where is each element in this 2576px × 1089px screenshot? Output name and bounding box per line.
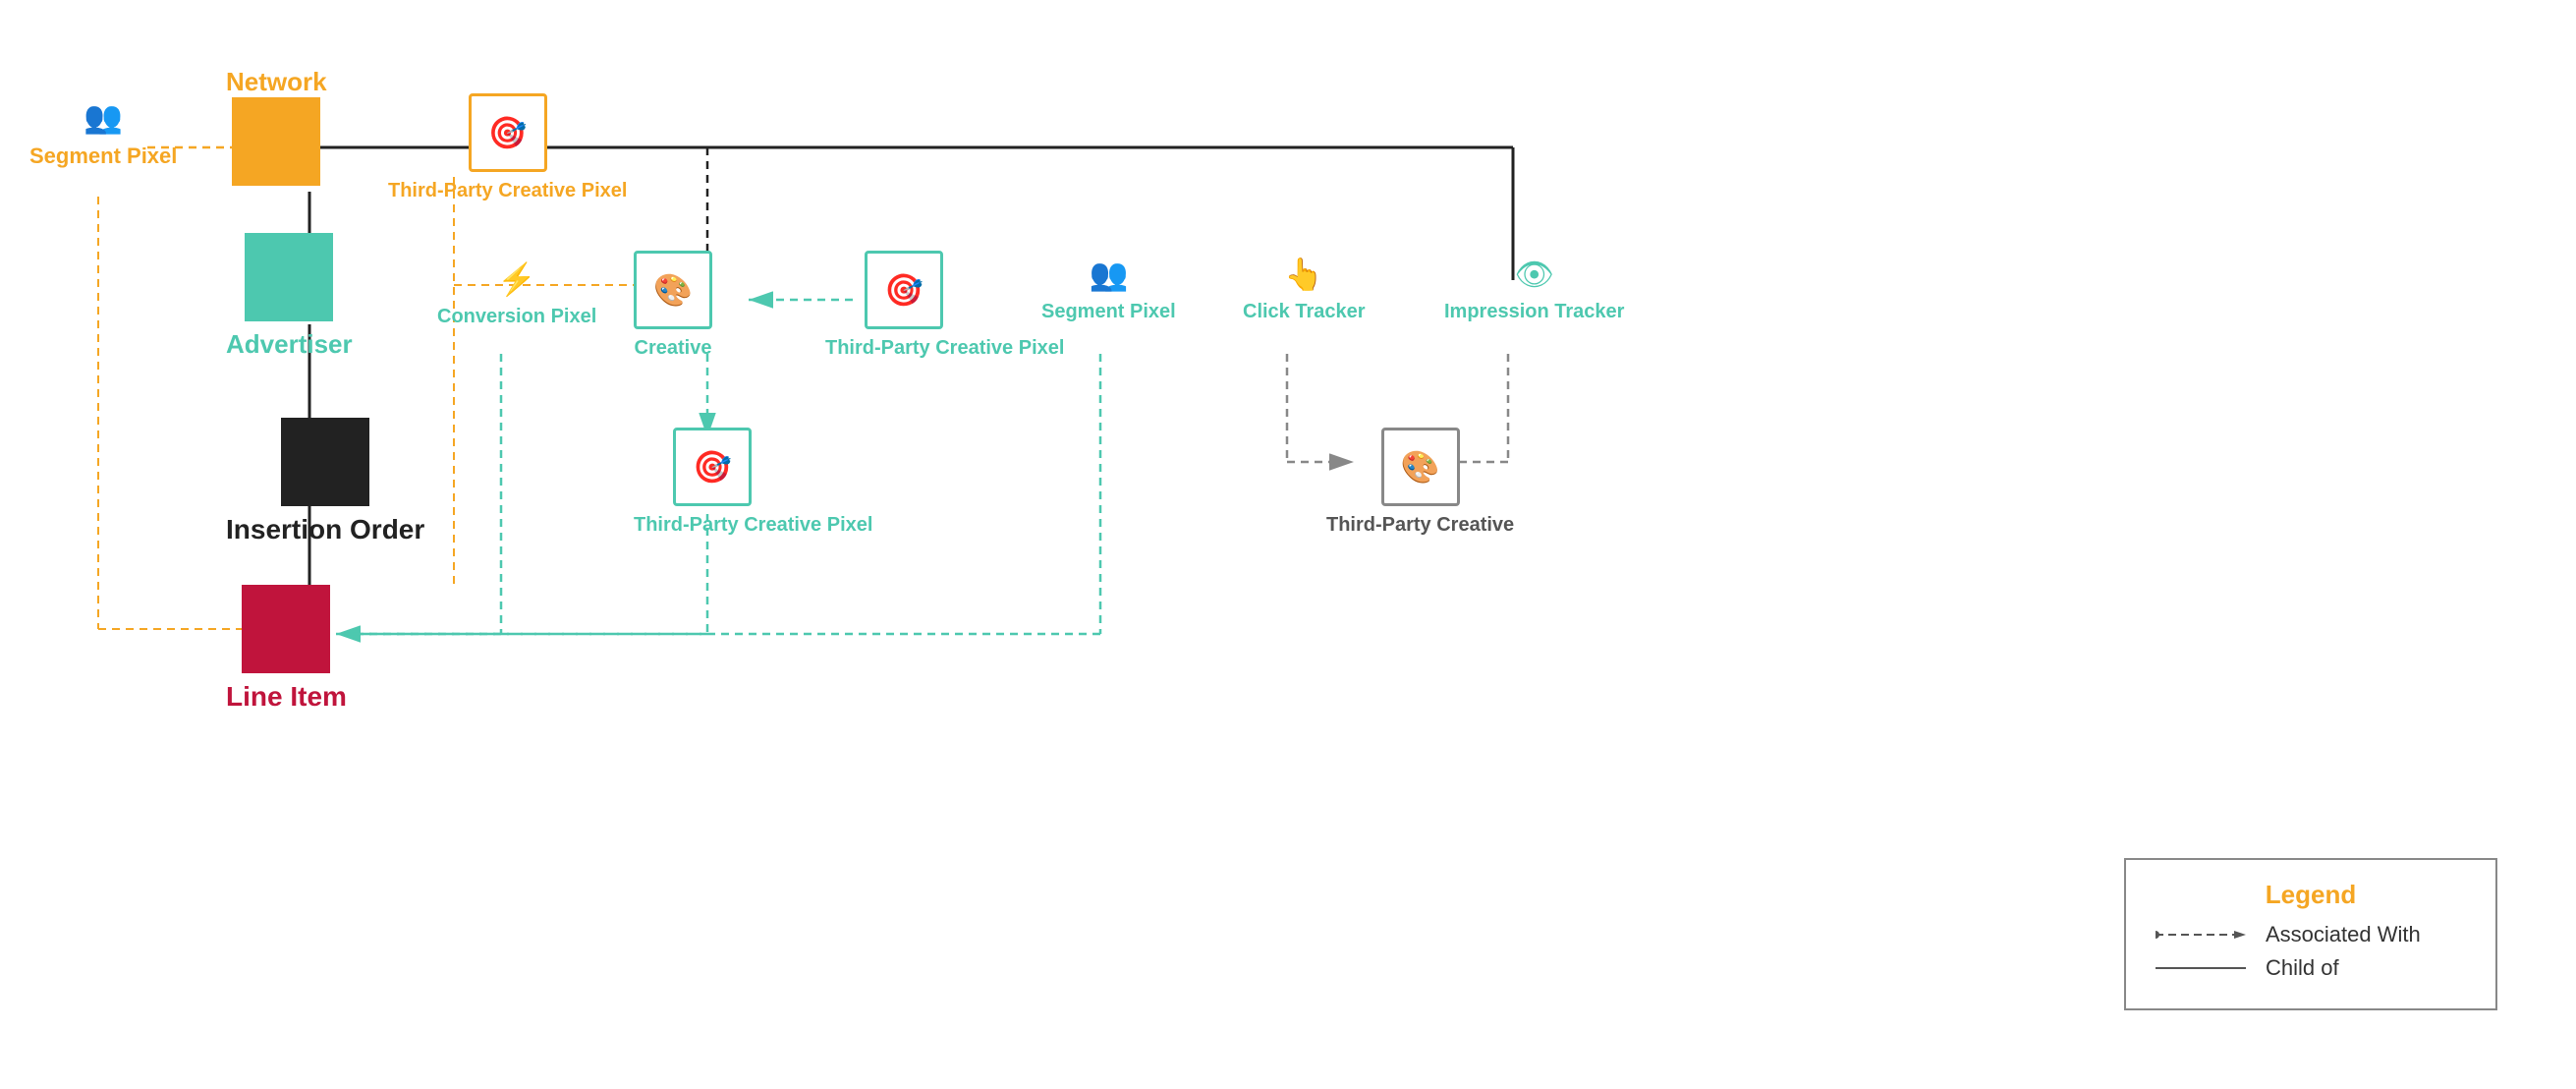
segment-pixel-mid-label: Segment Pixel <box>1041 301 1176 323</box>
creative-icon: 🎨 <box>653 271 693 309</box>
third-party-creative-pixel-top-node: 🎯 Third-Party Creative Pixel <box>388 93 627 202</box>
third-party-creative-pixel-mid-node: 🎯 Third-Party Creative Pixel <box>825 251 982 360</box>
network-box <box>232 97 320 186</box>
click-tracker-node: 👆 Click Tracker <box>1243 256 1366 323</box>
third-party-creative-pixel-top-label: Third-Party Creative Pixel <box>388 180 627 202</box>
insertion-order-label: Insertion Order <box>226 514 424 545</box>
advertiser-box <box>245 233 333 321</box>
third-party-creative-pixel-low-node: 🎯 Third-Party Creative Pixel <box>634 428 791 537</box>
segment-pixel-mid-node: 👥 Segment Pixel <box>1041 256 1176 323</box>
segment-pixel-top-icon: 👥 <box>84 98 123 136</box>
third-party-creative-node: 🎨 Third-Party Creative <box>1326 428 1514 537</box>
segment-pixel-top-node: 👥 Segment Pixel <box>29 98 177 169</box>
click-tracker-icon: 👆 <box>1284 256 1323 293</box>
line-item-box <box>242 585 330 673</box>
legend-title: Legend <box>2156 880 2466 910</box>
insertion-order-node: Insertion Order <box>226 418 424 545</box>
advertiser-node: Advertiser <box>226 233 353 360</box>
third-party-creative-pixel-low-box: 🎯 <box>673 428 752 506</box>
impression-tracker-label: Impression Tracker <box>1444 301 1624 323</box>
third-party-creative-pixel-mid-label: Third-Party Creative Pixel <box>825 337 982 360</box>
creative-node: 🎨 Creative <box>634 251 712 360</box>
creative-box: 🎨 <box>634 251 712 329</box>
conversion-pixel-node: ⚡ Conversion Pixel <box>437 260 596 328</box>
impression-tracker-node: 👁 Impression Tracker <box>1444 256 1624 323</box>
legend-associated-with-label: Associated With <box>2266 922 2421 947</box>
impression-tracker-icon: 👁 <box>1514 256 1554 293</box>
network-node: Network <box>226 59 327 186</box>
creative-label: Creative <box>635 337 712 360</box>
advertiser-label: Advertiser <box>226 329 353 360</box>
third-party-creative-box: 🎨 <box>1381 428 1460 506</box>
legend-associated-with-row: Associated With <box>2156 922 2466 947</box>
third-party-creative-pixel-top-icon: 🎯 <box>488 114 528 151</box>
legend-child-of-label: Child of <box>2266 955 2339 981</box>
line-item-node: Line Item <box>226 585 347 713</box>
third-party-creative-icon: 🎨 <box>1401 448 1440 486</box>
third-party-creative-pixel-low-label: Third-Party Creative Pixel <box>634 514 791 537</box>
click-tracker-label: Click Tracker <box>1243 301 1366 323</box>
legend-child-of-line <box>2156 958 2254 978</box>
segment-pixel-mid-icon: 👥 <box>1089 256 1128 293</box>
legend-box: Legend Associated With Child of <box>2124 858 2497 1010</box>
legend-associated-with-line <box>2156 925 2254 945</box>
third-party-creative-pixel-low-icon: 🎯 <box>693 448 732 486</box>
third-party-creative-pixel-mid-box: 🎯 <box>865 251 943 329</box>
third-party-creative-pixel-top-box: 🎯 <box>469 93 547 172</box>
line-item-label: Line Item <box>226 681 347 713</box>
network-label: Network <box>226 67 327 97</box>
legend-child-of-row: Child of <box>2156 955 2466 981</box>
conversion-pixel-label: Conversion Pixel <box>437 306 596 328</box>
third-party-creative-label: Third-Party Creative <box>1326 514 1514 537</box>
insertion-order-box <box>281 418 369 506</box>
segment-pixel-top-label: Segment Pixel <box>29 143 177 169</box>
diagram-container: Network 👥 Segment Pixel 🎯 Third-Party Cr… <box>0 0 2576 1089</box>
conversion-pixel-icon: ⚡ <box>497 260 536 298</box>
third-party-creative-pixel-mid-icon: 🎯 <box>884 271 924 309</box>
